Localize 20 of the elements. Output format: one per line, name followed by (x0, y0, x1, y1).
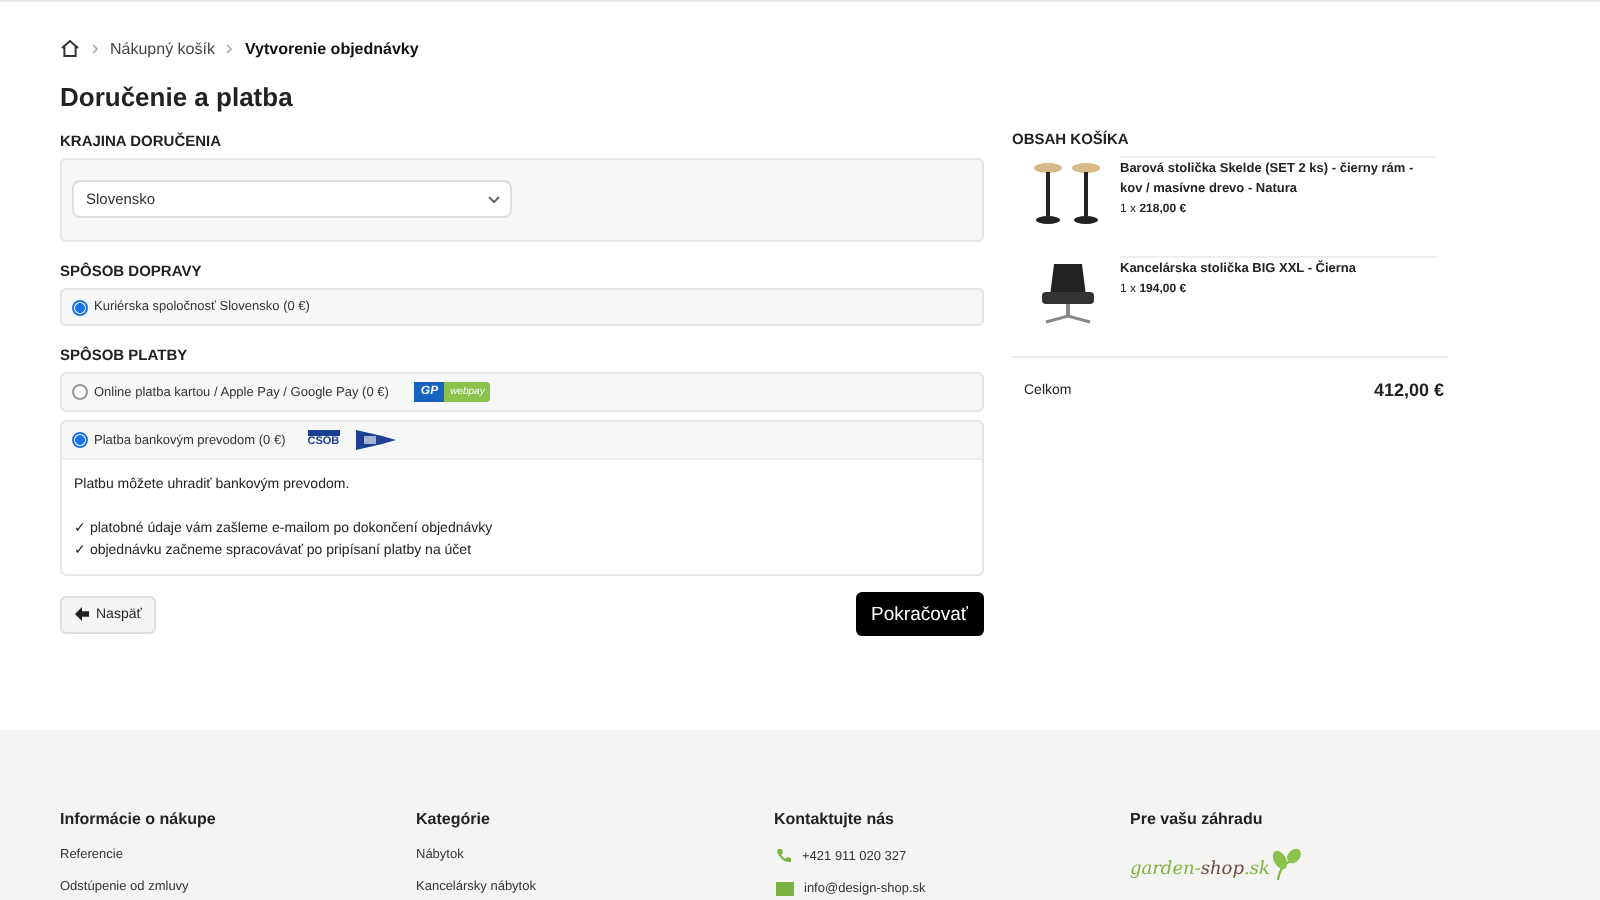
radio-button[interactable] (72, 384, 88, 400)
total-price: 412,00 € (1373, 380, 1444, 400)
phone-icon (776, 848, 792, 864)
page-title: Doručenie a platba (60, 82, 295, 112)
breadcrumb-link[interactable]: Nákupný košík (110, 39, 215, 57)
chevron-right-icon (226, 43, 233, 53)
home-icon[interactable] (60, 38, 80, 58)
radio-button[interactable] (72, 432, 88, 448)
radio-button[interactable] (72, 299, 88, 315)
footer-heading: Informácie o nákupe (60, 810, 218, 828)
continue-button[interactable]: Pokračovať (855, 592, 984, 636)
mail-icon (776, 882, 794, 896)
arrow-left-icon (74, 606, 90, 622)
footer-heading: Kontaktujte nás (774, 810, 897, 828)
chevron-icon (488, 195, 500, 203)
footer-heading: Kategórie (416, 810, 492, 828)
pennant-icon (353, 428, 398, 452)
chevron-right-icon (92, 43, 98, 53)
shop-logo[interactable]: garden-shop.sk (1130, 848, 1302, 880)
footer-heading: Pre vašu záhradu (1130, 810, 1265, 828)
